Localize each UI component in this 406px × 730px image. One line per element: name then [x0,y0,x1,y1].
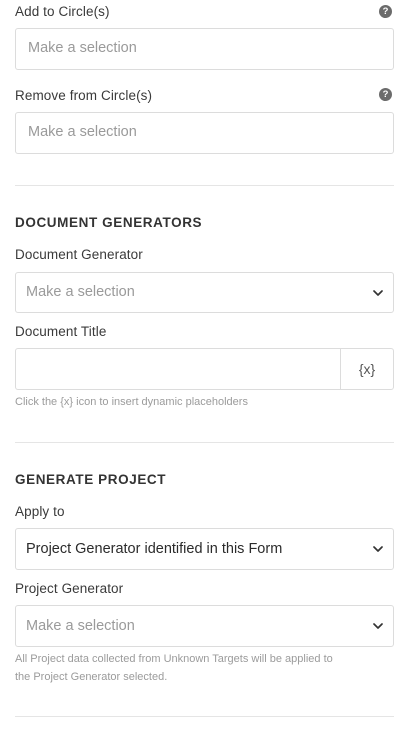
document-title-input[interactable] [15,348,341,390]
add-to-circles-label: Add to Circle(s) [15,4,110,19]
chevron-down-icon [373,290,383,296]
remove-from-circles-placeholder: Make a selection [28,124,137,140]
section-divider [15,716,394,717]
section-divider [15,442,394,443]
document-generators-title: DOCUMENT GENERATORS [15,215,203,230]
variable-placeholder-icon: {x} [358,361,376,377]
project-generator-select[interactable]: Make a selection [15,605,394,647]
document-generator-label: Document Generator [15,247,143,262]
apply-to-select[interactable]: Project Generator identified in this For… [15,528,394,570]
remove-from-circles-label: Remove from Circle(s) [15,88,153,103]
document-title-hint: Click the {x} icon to insert dynamic pla… [15,396,248,408]
chevron-down-icon [373,623,383,629]
help-icon[interactable]: ? [379,5,392,18]
generate-project-title: GENERATE PROJECT [15,472,167,487]
add-to-circles-placeholder: Make a selection [28,40,137,56]
document-generator-select[interactable]: Make a selection [15,272,394,313]
insert-placeholder-button[interactable]: {x} [340,348,394,390]
apply-to-value: Project Generator identified in this For… [26,541,283,557]
project-generator-label: Project Generator [15,581,124,596]
help-icon[interactable]: ? [379,88,392,101]
add-to-circles-select[interactable]: Make a selection [15,28,394,70]
project-generator-hint-line1: All Project data collected from Unknown … [15,653,333,665]
project-generator-hint-line2: the Project Generator selected. [15,671,168,683]
remove-from-circles-select[interactable]: Make a selection [15,112,394,154]
project-generator-placeholder: Make a selection [26,618,135,634]
document-generator-placeholder: Make a selection [26,284,135,300]
apply-to-label: Apply to [15,504,65,519]
document-title-label: Document Title [15,324,107,339]
section-divider [15,185,394,186]
chevron-down-icon [373,546,383,552]
